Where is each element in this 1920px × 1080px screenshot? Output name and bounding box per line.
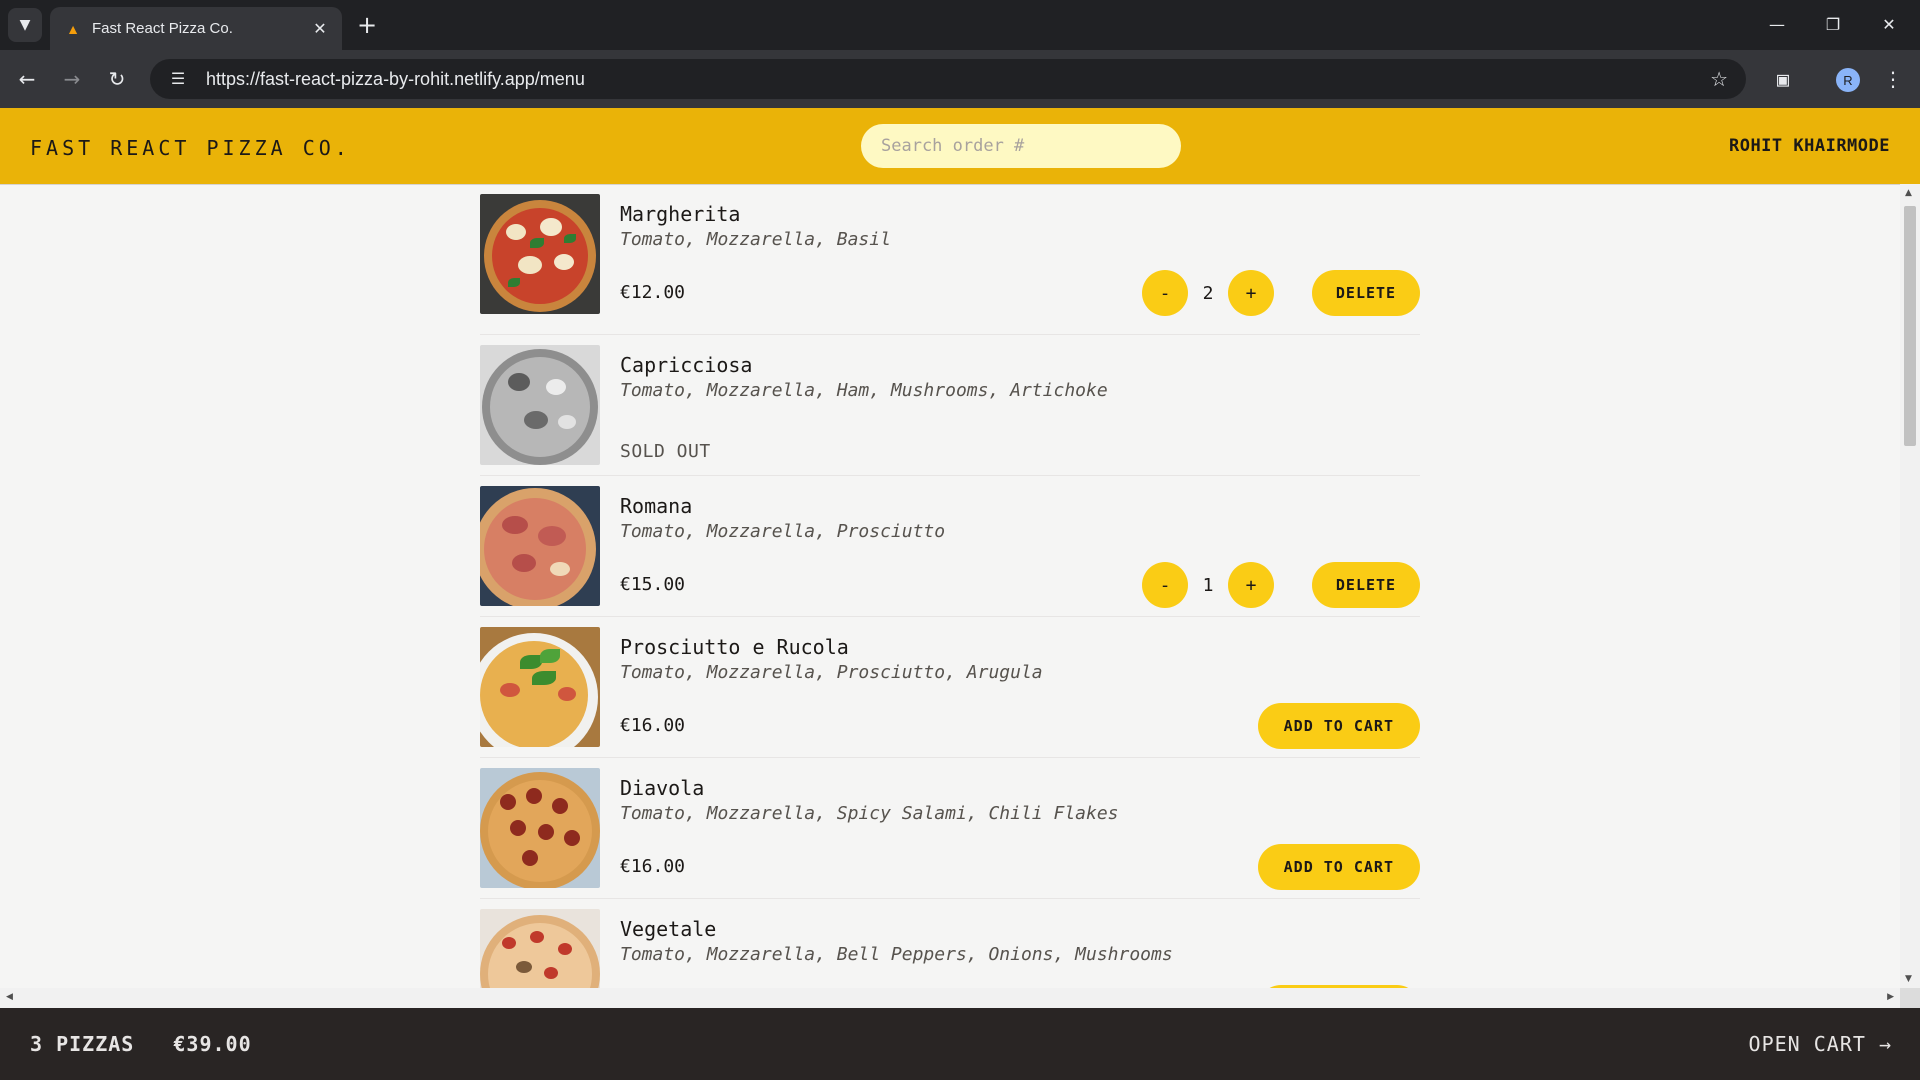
username: ROHIT KHAIRMODE (1728, 136, 1890, 156)
pizza-price: €16.00 (620, 856, 686, 877)
browser-tab[interactable]: ▲ Fast React Pizza Co. ✕ (50, 7, 342, 50)
pizza-image-capricciosa (480, 345, 600, 465)
pizza-item-vegetale: Vegetale Tomato, Mozzarella, Bell Pepper… (480, 899, 1420, 988)
pizza-name: Diavola (620, 776, 705, 800)
pizza-name: Vegetale (620, 917, 717, 941)
add-to-cart-button[interactable]: ADD TO CART (1257, 844, 1420, 890)
pizza-image-prosciutto-e-rucola (480, 627, 600, 747)
close-window-button[interactable]: ✕ (1866, 8, 1912, 40)
scroll-down-arrow-icon[interactable]: ▼ (1905, 974, 1912, 984)
decrease-quantity-button[interactable]: - (1142, 562, 1188, 608)
pizza-ingredients: Tomato, Mozzarella, Bell Peppers, Onions… (620, 944, 1173, 965)
url-text: https://fast-react-pizza-by-rohit.netlif… (206, 68, 585, 89)
pizza-ingredients: Tomato, Mozzarella, Basil (620, 229, 891, 250)
minimize-button[interactable]: — (1754, 8, 1800, 40)
open-cart-link[interactable]: OPEN CART → (1749, 1032, 1892, 1056)
app-header: Fast React Pizza Co. ROHIT KHAIRMODE (0, 108, 1920, 185)
restore-button[interactable]: ❐ (1810, 8, 1856, 40)
pizza-details: Margherita Tomato, Mozzarella, Basil €12… (620, 194, 1420, 316)
pizza-price: €12.00 (620, 282, 686, 303)
menu-list: Margherita Tomato, Mozzarella, Basil €12… (480, 194, 1420, 988)
reload-button[interactable]: ↻ (100, 62, 134, 96)
cart-total-price: €39.00 (173, 1032, 252, 1056)
pizza-ingredients: Tomato, Mozzarella, Spicy Salami, Chili … (620, 803, 1119, 824)
back-button[interactable]: ← (10, 62, 44, 96)
pizza-name: Prosciutto e Rucola (620, 635, 849, 659)
sold-out-label: SOLD OUT (620, 441, 711, 462)
pizza-item-margherita: Margherita Tomato, Mozzarella, Basil €12… (480, 194, 1420, 335)
pizza-image-diavola (480, 768, 600, 888)
delete-button[interactable]: DELETE (1312, 270, 1420, 316)
pizza-item-romana: Romana Tomato, Mozzarella, Prosciutto €1… (480, 476, 1420, 617)
pizza-item-capricciosa: Capricciosa Tomato, Mozzarella, Ham, Mus… (480, 335, 1420, 476)
cart-pizza-count: 3 PIZZAS (30, 1032, 135, 1056)
scroll-up-arrow-icon[interactable]: ▲ (1905, 188, 1912, 198)
pizza-favicon-icon: ▲ (66, 20, 80, 37)
new-tab-button[interactable]: + (352, 10, 382, 40)
increase-quantity-button[interactable]: + (1228, 270, 1274, 316)
bookmark-star-icon[interactable]: ☆ (1710, 67, 1728, 92)
extensions-icon[interactable]: ▣ (1766, 62, 1800, 96)
pizza-details: Vegetale Tomato, Mozzarella, Bell Pepper… (620, 909, 1420, 988)
pizza-image-vegetale (480, 909, 600, 988)
pizza-price: €16.00 (620, 715, 686, 736)
cart-summary: 3 PIZZAS €39.00 (30, 1032, 278, 1056)
pizza-name: Capricciosa (620, 353, 753, 377)
horizontal-scrollbar[interactable]: ◀ ▶ (0, 988, 1900, 1008)
quantity-value: 2 (1202, 282, 1214, 304)
increase-quantity-button[interactable]: + (1228, 562, 1274, 608)
cart-overview: 3 PIZZAS €39.00 OPEN CART → (0, 1008, 1920, 1080)
browser-menu-icon[interactable]: ⋮ (1876, 62, 1910, 96)
scrollbar-thumb[interactable] (1904, 206, 1916, 446)
browser-tab-strip: ▼ ▲ Fast React Pizza Co. ✕ + — ❐ ✕ (0, 0, 1920, 50)
pizza-item-diavola: Diavola Tomato, Mozzarella, Spicy Salami… (480, 758, 1420, 899)
quantity-value: 1 (1202, 574, 1214, 596)
pizza-ingredients: Tomato, Mozzarella, Ham, Mushrooms, Arti… (620, 380, 1108, 401)
quantity-stepper: - 2 + (1142, 270, 1274, 316)
pizza-details: Prosciutto e Rucola Tomato, Mozzarella, … (620, 627, 1420, 749)
tab-search-button[interactable]: ▼ (8, 8, 42, 42)
address-bar[interactable]: ☰ https://fast-react-pizza-by-rohit.netl… (150, 59, 1746, 99)
pizza-image-margherita (480, 194, 600, 314)
tab-close-icon[interactable]: ✕ (306, 19, 334, 39)
pizza-details: Romana Tomato, Mozzarella, Prosciutto €1… (620, 486, 1420, 608)
vertical-scrollbar[interactable]: ▲ ▼ (1900, 184, 1920, 988)
delete-button[interactable]: DELETE (1312, 562, 1420, 608)
quantity-stepper: - 1 + (1142, 562, 1274, 608)
menu-main: Margherita Tomato, Mozzarella, Basil €12… (0, 184, 1900, 988)
browser-toolbar: ← → ↻ ☰ https://fast-react-pizza-by-rohi… (0, 50, 1920, 108)
pizza-price: €15.00 (620, 574, 686, 595)
forward-button[interactable]: → (55, 62, 89, 96)
site-info-icon[interactable]: ☰ (158, 69, 198, 89)
scrollbar-corner (1900, 988, 1920, 1008)
scroll-right-arrow-icon[interactable]: ▶ (1887, 992, 1894, 1002)
scroll-left-arrow-icon[interactable]: ◀ (6, 992, 13, 1002)
pizza-ingredients: Tomato, Mozzarella, Prosciutto (620, 521, 946, 542)
profile-avatar[interactable]: R (1836, 68, 1860, 92)
search-order-input[interactable] (861, 124, 1181, 168)
pizza-ingredients: Tomato, Mozzarella, Prosciutto, Arugula (620, 662, 1043, 683)
pizza-name: Margherita (620, 202, 741, 226)
logo-link[interactable]: Fast React Pizza Co. (30, 136, 351, 160)
pizza-item-prosciutto-e-rucola: Prosciutto e Rucola Tomato, Mozzarella, … (480, 617, 1420, 758)
add-to-cart-button[interactable]: ADD TO CART (1257, 703, 1420, 749)
pizza-image-romana (480, 486, 600, 606)
tab-title: Fast React Pizza Co. (92, 20, 233, 37)
pizza-name: Romana (620, 494, 693, 518)
decrease-quantity-button[interactable]: - (1142, 270, 1188, 316)
pizza-details: Capricciosa Tomato, Mozzarella, Ham, Mus… (620, 345, 1420, 465)
pizza-details: Diavola Tomato, Mozzarella, Spicy Salami… (620, 768, 1420, 890)
